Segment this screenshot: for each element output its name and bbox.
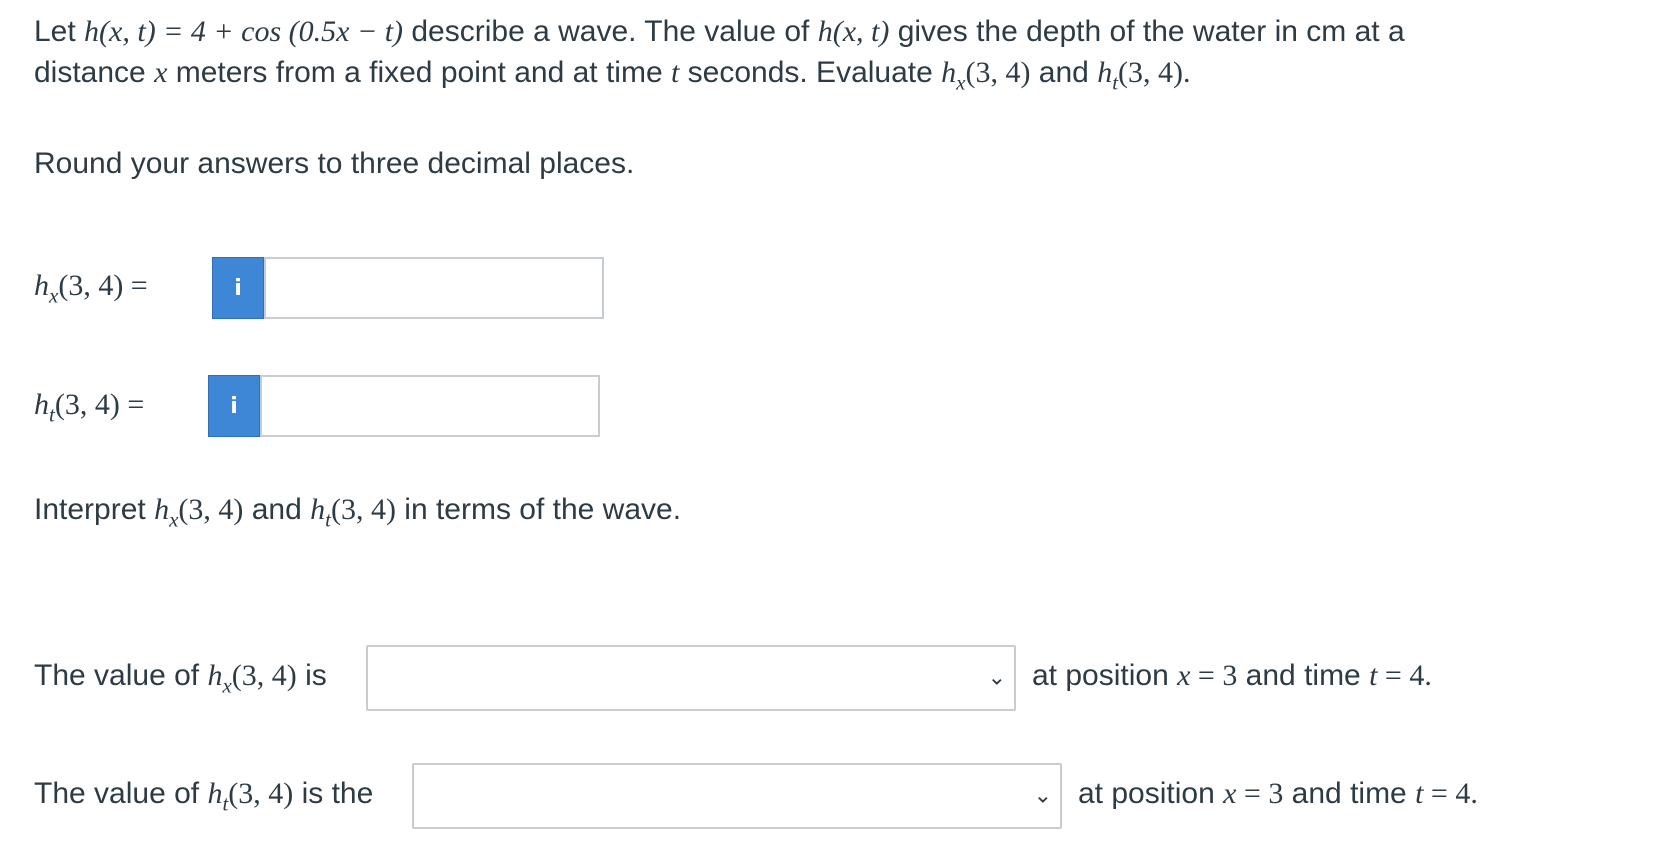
h: h (34, 388, 49, 421)
hx-arg: (3, 4) (965, 56, 1031, 89)
select1-label: The value of hx(3, 4) is (34, 658, 327, 703)
h: h (207, 777, 223, 810)
interpret-prompt: Interpret hx(3, 4) and ht(3, 4) in terms… (34, 492, 681, 537)
info-icon: i (230, 393, 238, 419)
var-x: x (1223, 777, 1237, 810)
text: is (296, 659, 327, 692)
eq: = 4. (1423, 777, 1478, 810)
text: and time (1283, 777, 1416, 810)
select1-after: at position x = 3 and time t = 4. (1032, 658, 1432, 694)
question-line-1: Let h(x, t) = 4 + cos (0.5x − t) describ… (34, 14, 1405, 50)
text: at position (1078, 777, 1224, 810)
chevron-down-icon: ⌄ (987, 665, 1006, 691)
hx-label-rest: (3, 4) = (58, 269, 148, 302)
h-xt: h(x, t) (817, 15, 890, 48)
hx-answer-input[interactable] (264, 257, 604, 319)
round-instruction: Round your answers to three decimal plac… (34, 147, 635, 180)
chevron-down-icon: ⌄ (1033, 783, 1052, 809)
h: h (1097, 56, 1113, 89)
subscript-x: x (222, 673, 232, 698)
hx-label: hx(3, 4) = (34, 268, 148, 313)
text: distance (34, 56, 155, 89)
text: meters from a fixed point and at time (167, 56, 671, 89)
text: The value of (34, 777, 208, 810)
hx-info-button[interactable]: i (212, 257, 264, 319)
var-x: x (154, 56, 168, 89)
ht-label-rest: (3, 4) = (54, 388, 145, 421)
text: Let (34, 15, 85, 48)
text: in terms of the wave. (395, 493, 682, 526)
text: and (243, 493, 311, 526)
eq: = 3 (1236, 777, 1284, 810)
function-definition: h(x, t) = 4 + cos (0.5x − t) (84, 15, 404, 48)
arg: (3, 4) (231, 659, 297, 692)
h: h (941, 56, 957, 89)
text: gives the depth of the water in cm at a (889, 15, 1405, 48)
text: and (1030, 56, 1098, 89)
ht-info-button[interactable]: i (208, 375, 260, 437)
text: is the (293, 777, 374, 810)
subscript-x: x (169, 507, 179, 532)
arg: (3, 4) (178, 493, 244, 526)
text: and time (1237, 659, 1370, 692)
text: The value of (34, 659, 208, 692)
arg: (3, 4) (330, 493, 396, 526)
arg: (3, 4) (228, 777, 294, 810)
text: Interpret (34, 493, 155, 526)
ht-arg: (3, 4). (1118, 56, 1191, 89)
h: h (154, 493, 170, 526)
select1-dropdown[interactable]: ⌄ (366, 645, 1016, 711)
h: h (310, 493, 326, 526)
var-x: x (1177, 659, 1191, 692)
select2-after: at position x = 3 and time t = 4. (1078, 776, 1478, 812)
select2-dropdown[interactable]: ⌄ (412, 763, 1062, 829)
text: at position (1032, 659, 1178, 692)
h: h (34, 269, 49, 302)
ht-answer-input[interactable] (260, 375, 600, 437)
eq: = 3 (1190, 659, 1238, 692)
eq: = 4. (1377, 659, 1432, 692)
text: seconds. Evaluate (679, 56, 942, 89)
h: h (207, 659, 223, 692)
subscript-x: x (49, 283, 59, 308)
text: describe a wave. The value of (403, 15, 818, 48)
ht-label: ht(3, 4) = (34, 387, 144, 432)
question-line-2: distance x meters from a fixed point and… (34, 55, 1191, 100)
select2-label: The value of ht(3, 4) is the (34, 776, 373, 821)
info-icon: i (234, 275, 242, 301)
